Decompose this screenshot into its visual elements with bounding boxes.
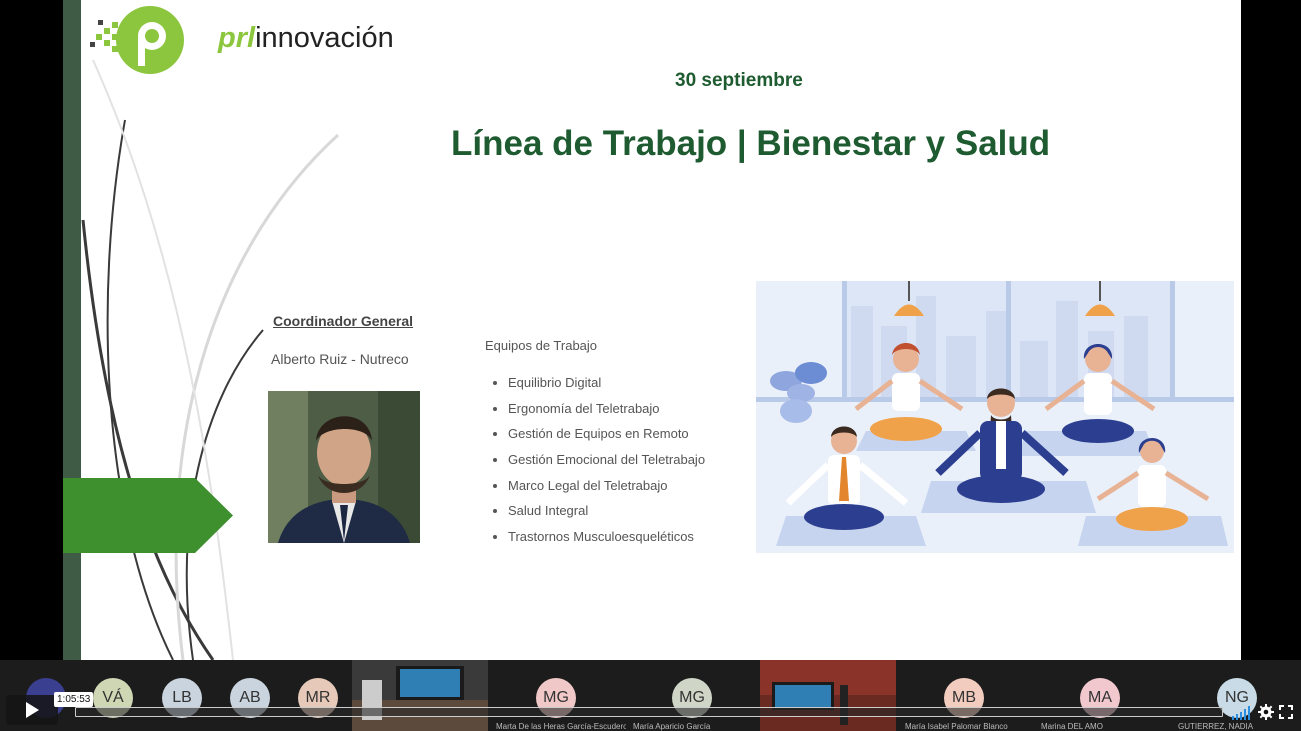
coordinator-name: Alberto Ruiz - Nutreco — [271, 351, 409, 367]
teams-label: Equipos de Trabajo — [485, 338, 598, 353]
volume-icon[interactable] — [1231, 706, 1253, 720]
decorative-curves — [81, 59, 340, 660]
coordinator-photo — [268, 391, 420, 543]
avatar-initials: NG — [1225, 689, 1249, 706]
avatar-initials: AB — [239, 689, 261, 706]
participant-name: Marta De las Heras García-Escudero — [496, 722, 628, 731]
participant-tile[interactable]: MG Marta De las Heras García-Escudero — [488, 660, 628, 731]
list-item: Ergonomía del Teletrabajo — [493, 396, 705, 422]
slide-title: Línea de Trabajo | Bienestar y Salud — [451, 124, 1051, 163]
green-arrow-shape — [63, 478, 233, 553]
list-item: Trastornos Musculoesqueléticos — [493, 524, 705, 550]
prl-innovacion-logo: prlinnovación — [90, 4, 394, 76]
participant-name: María Aparicio García — [633, 722, 711, 731]
presentation-slide: prlinnovación 30 septiembre Línea de Tra… — [63, 0, 1241, 660]
avatar-initials: MA — [1088, 689, 1112, 706]
participant-name: Marina DEL AMO — [1041, 722, 1103, 731]
slide-date: 30 septiembre — [675, 70, 803, 91]
avatar-initials: VÁ — [102, 689, 124, 706]
participant-name: GUTIERREZ, NADIA — [1178, 722, 1254, 731]
list-item: Salud Integral — [493, 498, 705, 524]
participant-strip: VÁ LB AB MR MG Marta De las Heras García… — [0, 660, 1301, 731]
avatar-initials: MB — [952, 689, 976, 706]
play-button[interactable] — [6, 695, 58, 725]
participant-video-thumbnail[interactable] — [760, 660, 896, 731]
list-item: Gestión de Equipos en Remoto — [493, 421, 705, 447]
participant-video-thumbnail[interactable] — [352, 660, 488, 731]
participant-name: María Isabel Palomar Blanco — [905, 722, 1008, 731]
gear-icon[interactable] — [1258, 704, 1274, 720]
logo-mark-icon — [90, 6, 184, 74]
avatar-initials: MR — [305, 689, 331, 706]
participant-tile[interactable]: MG María Aparicio García — [626, 660, 760, 731]
fullscreen-icon[interactable] — [1279, 705, 1293, 719]
participant-tile[interactable]: NG GUTIERREZ, NADIA — [1168, 660, 1301, 731]
time-tooltip: 1:05:53 — [54, 692, 94, 707]
logo-wordmark: prlinnovación — [218, 22, 394, 54]
avatar-initials: LB — [172, 689, 192, 706]
avatar-initials: MG — [543, 689, 569, 706]
yoga-meditation-illustration — [756, 281, 1234, 553]
list-item: Marco Legal del Teletrabajo — [493, 473, 705, 499]
avatar-initials: MG — [679, 689, 705, 706]
coordinator-label: Coordinador General — [273, 313, 414, 329]
play-icon — [26, 702, 39, 718]
list-item: Equilibrio Digital — [493, 370, 705, 396]
teams-list: Equilibrio Digital Ergonomía del Teletra… — [493, 370, 705, 550]
participant-tile[interactable]: MB María Isabel Palomar Blanco — [896, 660, 1034, 731]
progress-bar[interactable] — [75, 707, 1223, 717]
participant-tile[interactable]: MA Marina DEL AMO — [1034, 660, 1168, 731]
list-item: Gestión Emocional del Teletrabajo — [493, 447, 705, 473]
